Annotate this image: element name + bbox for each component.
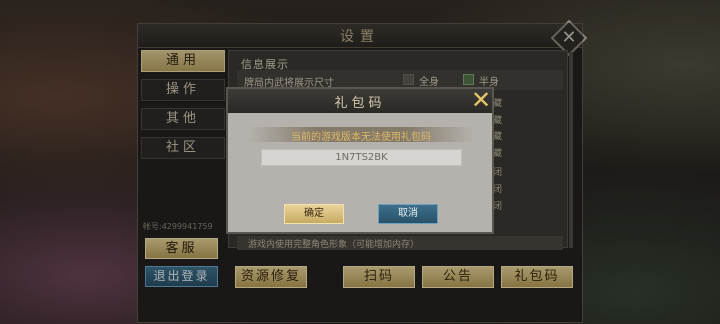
- dialog-message-band: 当前的游戏版本无法使用礼包码: [248, 127, 474, 143]
- dialog-title: 礼包码: [334, 96, 386, 111]
- cancel-button[interactable]: 取消: [378, 204, 438, 224]
- gift-code-dialog: 礼包码 ✕ 当前的游戏版本无法使用礼包码 1N7TS2BK 确定 取消: [226, 87, 494, 234]
- dialog-close-button[interactable]: ✕: [469, 86, 493, 114]
- close-icon: ✕: [470, 86, 492, 114]
- gift-code-input[interactable]: 1N7TS2BK: [261, 149, 462, 166]
- confirm-button[interactable]: 确定: [284, 204, 344, 224]
- dialog-message: 当前的游戏版本无法使用礼包码: [291, 132, 431, 143]
- dialog-header: 礼包码 ✕: [228, 86, 493, 114]
